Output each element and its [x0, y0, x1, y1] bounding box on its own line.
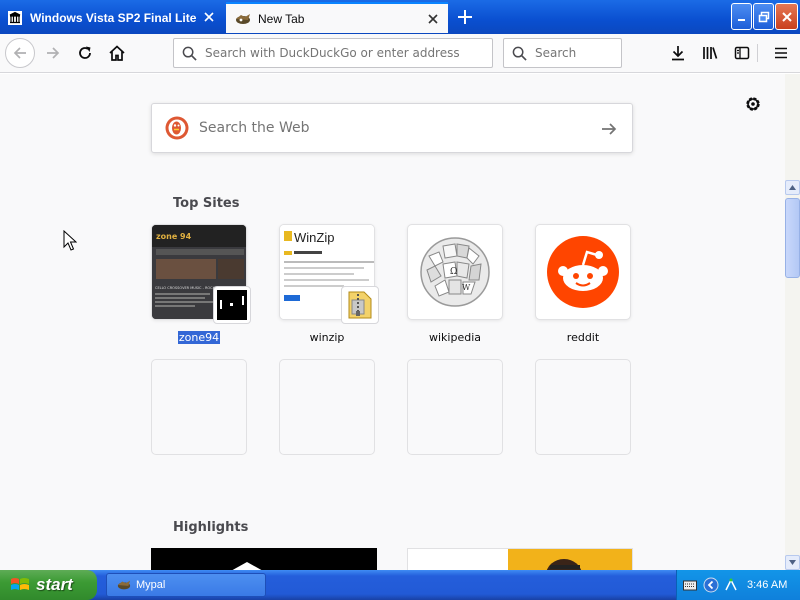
- back-arrow-icon: [13, 47, 26, 59]
- top-site-wikipedia[interactable]: Ω W: [407, 224, 503, 320]
- forward-arrow-icon: [47, 47, 60, 59]
- web-search-box[interactable]: [151, 103, 633, 153]
- svg-text:Ω: Ω: [450, 267, 457, 277]
- restore-icon: [758, 11, 769, 22]
- windows-logo-icon: [11, 578, 29, 590]
- duckduckgo-logo-icon: [165, 116, 189, 140]
- search-icon: [182, 46, 197, 61]
- taskbar: start Mypal 3:46 AM: [0, 570, 800, 600]
- sidebar-button[interactable]: [727, 38, 757, 68]
- hamburger-icon: [775, 47, 787, 59]
- search-icon: [512, 46, 527, 61]
- web-search-input[interactable]: [199, 120, 589, 136]
- vertical-scrollbar[interactable]: [785, 74, 800, 570]
- sidebar-icon: [734, 46, 750, 60]
- restore-button[interactable]: [753, 3, 774, 30]
- minimize-icon: [737, 18, 745, 21]
- mypal-icon: [236, 13, 250, 24]
- winzip-logo-text: WinZip: [294, 230, 334, 245]
- top-site-label[interactable]: wikipedia: [400, 331, 510, 344]
- forward-button[interactable]: [38, 38, 68, 68]
- back-button[interactable]: [5, 38, 35, 68]
- top-sites-heading: Top Sites: [173, 196, 240, 211]
- zip-archive-icon: [348, 291, 372, 319]
- highlights-heading: Highlights: [173, 520, 249, 535]
- toolbar-divider: [757, 44, 758, 62]
- winzip-favicon: [341, 286, 379, 324]
- new-tab-page: Top Sites zone 94 CELLO CROSSOVER MUSIC …: [0, 74, 785, 570]
- menu-button[interactable]: [766, 38, 796, 68]
- tab-bar: Windows Vista SP2 Final Lite Edition New…: [0, 0, 800, 34]
- search-bar[interactable]: [503, 38, 622, 68]
- url-bar[interactable]: [173, 38, 493, 68]
- chevron-down-icon: [789, 560, 796, 565]
- empty-top-site-slot[interactable]: [279, 359, 375, 455]
- highlight-card[interactable]: [151, 548, 377, 570]
- reddit-logo-icon: [547, 236, 619, 308]
- museum-icon: [8, 10, 22, 25]
- network-icon[interactable]: [723, 577, 739, 593]
- top-site-label[interactable]: zone94: [144, 331, 254, 344]
- library-button[interactable]: [695, 38, 725, 68]
- scroll-down-button[interactable]: [785, 555, 800, 570]
- taskbar-item-label: Mypal: [136, 579, 166, 591]
- tab-new-tab[interactable]: New Tab: [226, 2, 448, 33]
- system-tray: 3:46 AM: [676, 570, 800, 600]
- close-window-button[interactable]: [775, 3, 798, 30]
- tab-title: New Tab: [258, 11, 305, 26]
- empty-top-site-slot[interactable]: [151, 359, 247, 455]
- library-icon: [702, 47, 717, 59]
- zone94-logo-text: zone 94: [156, 232, 192, 241]
- top-site-reddit[interactable]: [535, 224, 631, 320]
- search-input[interactable]: [535, 46, 615, 60]
- close-tab-icon[interactable]: [203, 11, 215, 23]
- highlight-thumbnail: [232, 562, 262, 570]
- highlight-card[interactable]: [407, 548, 633, 570]
- tab-windows-vista[interactable]: Windows Vista SP2 Final Lite Edition: [0, 2, 224, 33]
- home-icon: [109, 45, 125, 61]
- mouse-cursor-icon: [63, 230, 77, 251]
- reload-icon: [79, 46, 91, 59]
- url-input[interactable]: [205, 46, 465, 60]
- new-tab-plus-icon[interactable]: [455, 7, 475, 27]
- chevron-left-icon[interactable]: [703, 577, 719, 593]
- svg-text:W: W: [462, 283, 471, 292]
- zone94-favicon: [213, 286, 251, 324]
- home-button[interactable]: [102, 38, 132, 68]
- selected-label-text: zone94: [177, 331, 221, 344]
- reload-button[interactable]: [70, 38, 100, 68]
- start-label: start: [36, 575, 73, 594]
- download-icon: [672, 46, 684, 61]
- scroll-up-button[interactable]: [785, 180, 800, 195]
- keyboard-icon[interactable]: [683, 579, 697, 591]
- mypal-icon: [117, 580, 131, 590]
- highlight-thumbnail: [408, 549, 632, 570]
- empty-top-site-slot[interactable]: [407, 359, 503, 455]
- taskbar-item-mypal[interactable]: Mypal: [106, 573, 266, 597]
- wikipedia-globe-icon: Ω W: [420, 237, 490, 307]
- empty-top-site-slot[interactable]: [535, 359, 631, 455]
- scrollbar-thumb[interactable]: [785, 198, 800, 278]
- pong-icon: [217, 290, 247, 320]
- clock[interactable]: 3:46 AM: [747, 579, 787, 591]
- downloads-button[interactable]: [663, 38, 693, 68]
- close-tab-icon[interactable]: [427, 13, 439, 25]
- gear-icon[interactable]: [743, 94, 763, 114]
- arrow-right-icon[interactable]: [600, 120, 618, 138]
- start-button[interactable]: start: [0, 570, 97, 600]
- chevron-up-icon: [789, 185, 796, 190]
- tab-title: Windows Vista SP2 Final Lite Edition: [30, 10, 198, 25]
- top-site-label[interactable]: winzip: [272, 331, 382, 344]
- navigation-toolbar: [0, 34, 800, 73]
- close-icon: [781, 11, 792, 22]
- minimize-button[interactable]: [731, 3, 752, 30]
- top-site-label[interactable]: reddit: [528, 331, 638, 344]
